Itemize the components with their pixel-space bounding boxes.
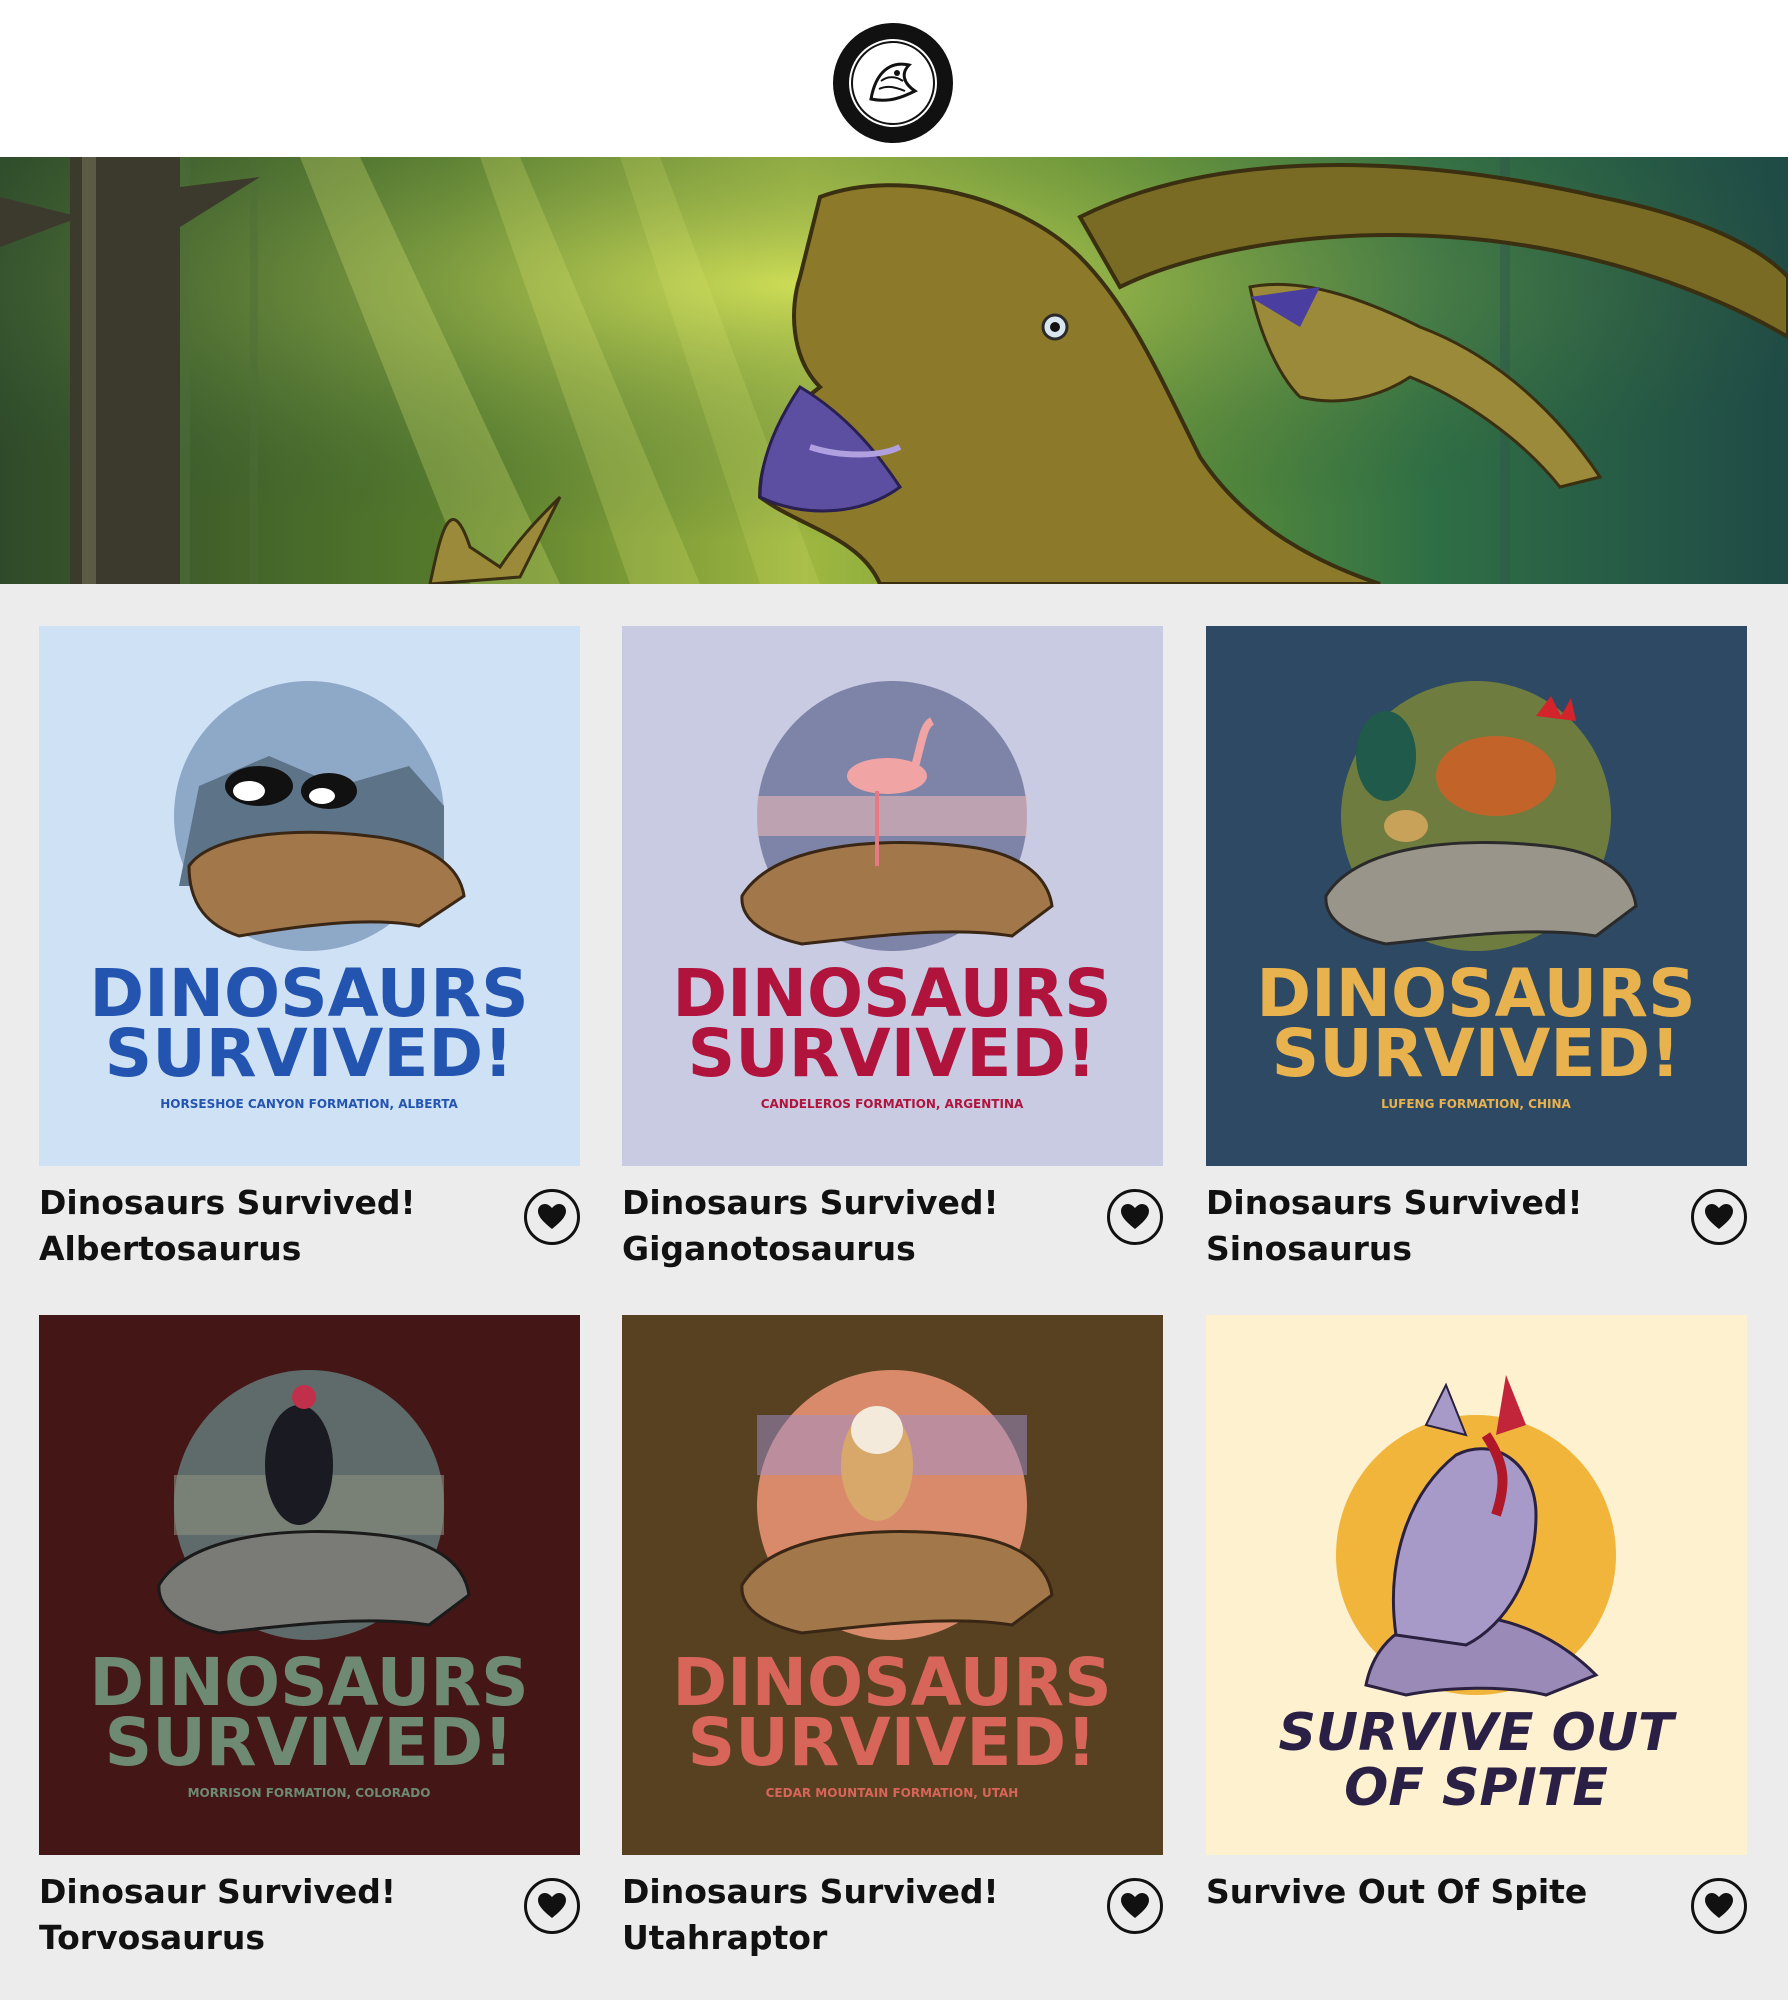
- art-caption: CANDELEROS FORMATION, ARGENTINA: [761, 1097, 1024, 1111]
- product-card[interactable]: DINOSAURS SURVIVED! MORRISON FORMATION, …: [39, 1315, 580, 1957]
- product-title[interactable]: Dinosaurs Survived! Albertosaurus: [39, 1180, 499, 1272]
- product-card[interactable]: DINOSAURS SURVIVED! HORSESHOE CANYON FOR…: [39, 626, 580, 1268]
- product-title-line-2: Torvosaurus: [39, 1918, 266, 1957]
- product-title[interactable]: Survive Out Of Spite: [1206, 1869, 1666, 1915]
- product-thumbnail[interactable]: DINOSAURS SURVIVED! CANDELEROS FORMATION…: [622, 626, 1163, 1166]
- favorite-button[interactable]: [1107, 1878, 1163, 1934]
- art-headline-2: SURVIVED!: [688, 1015, 1097, 1092]
- product-title-line-1: Dinosaurs Survived!: [622, 1872, 999, 1911]
- art-headline-2: SURVIVED!: [105, 1704, 514, 1781]
- brand-logo[interactable]: [831, 21, 955, 145]
- heart-icon: [1121, 1204, 1149, 1229]
- product-card[interactable]: DINOSAURS SURVIVED! CEDAR MOUNTAIN FORMA…: [622, 1315, 1163, 1957]
- heart-icon: [1705, 1204, 1733, 1229]
- art-headline-2: SURVIVED!: [688, 1704, 1097, 1781]
- art-caption: MORRISON FORMATION, COLORADO: [188, 1786, 431, 1800]
- product-title-line-1: Dinosaur Survived!: [39, 1872, 396, 1911]
- product-artwork: DINOSAURS SURVIVED! HORSESHOE CANYON FOR…: [39, 626, 580, 1166]
- art-caption: CEDAR MOUNTAIN FORMATION, UTAH: [766, 1786, 1019, 1800]
- art-caption: LUFENG FORMATION, CHINA: [1381, 1097, 1571, 1111]
- heart-icon: [1705, 1893, 1733, 1918]
- art-headline-1: SURVIVE OUT: [1278, 1703, 1677, 1763]
- product-artwork: DINOSAURS SURVIVED! MORRISON FORMATION, …: [39, 1315, 580, 1855]
- art-headline-2: SURVIVED!: [1272, 1015, 1681, 1092]
- product-title[interactable]: Dinosaurs Survived! Utahraptor: [622, 1869, 1082, 1961]
- product-artwork: DINOSAURS SURVIVED! CEDAR MOUNTAIN FORMA…: [622, 1315, 1163, 1855]
- product-thumbnail[interactable]: SURVIVE OUT OF SPITE: [1206, 1315, 1747, 1855]
- hero-illustration: [0, 157, 1788, 584]
- product-title-line-2: Giganotosaurus: [622, 1229, 916, 1268]
- favorite-button[interactable]: [524, 1878, 580, 1934]
- product-artwork: SURVIVE OUT OF SPITE: [1206, 1315, 1747, 1855]
- product-title-line-1: Dinosaurs Survived!: [1206, 1183, 1583, 1222]
- art-headline-2: SURVIVED!: [105, 1015, 514, 1092]
- product-title[interactable]: Dinosaur Survived! Torvosaurus: [39, 1869, 499, 1961]
- product-title-line-2: Utahraptor: [622, 1918, 828, 1957]
- product-title[interactable]: Dinosaurs Survived! Sinosaurus: [1206, 1180, 1666, 1272]
- product-title-line-1: Dinosaurs Survived!: [622, 1183, 999, 1222]
- product-artwork: DINOSAURS SURVIVED! CANDELEROS FORMATION…: [622, 626, 1163, 1166]
- product-artwork: DINOSAURS SURVIVED! LUFENG FORMATION, CH…: [1206, 626, 1747, 1166]
- heart-icon: [538, 1893, 566, 1918]
- favorite-button[interactable]: [1691, 1189, 1747, 1245]
- favorite-button[interactable]: [1107, 1189, 1163, 1245]
- heart-icon: [1121, 1893, 1149, 1918]
- product-title-line-2: Sinosaurus: [1206, 1229, 1413, 1268]
- art-headline-2: OF SPITE: [1344, 1758, 1608, 1818]
- favorite-button[interactable]: [524, 1189, 580, 1245]
- product-card[interactable]: DINOSAURS SURVIVED! LUFENG FORMATION, CH…: [1206, 626, 1747, 1268]
- product-thumbnail[interactable]: DINOSAURS SURVIVED! LUFENG FORMATION, CH…: [1206, 626, 1747, 1166]
- art-caption: HORSESHOE CANYON FORMATION, ALBERTA: [160, 1097, 458, 1111]
- product-card[interactable]: SURVIVE OUT OF SPITE Survive Out Of Spit…: [1206, 1315, 1747, 1934]
- heart-icon: [538, 1204, 566, 1229]
- site-header: [0, 0, 1788, 157]
- hero-banner: [0, 157, 1788, 584]
- page: DINOSAURS SURVIVED! HORSESHOE CANYON FOR…: [0, 0, 1788, 2000]
- brand-logo-graphic: [833, 23, 953, 143]
- product-title-line-1: Survive Out Of Spite: [1206, 1872, 1588, 1911]
- product-title[interactable]: Dinosaurs Survived! Giganotosaurus: [622, 1180, 1082, 1272]
- product-card[interactable]: DINOSAURS SURVIVED! CANDELEROS FORMATION…: [622, 626, 1163, 1268]
- product-thumbnail[interactable]: DINOSAURS SURVIVED! MORRISON FORMATION, …: [39, 1315, 580, 1855]
- product-title-line-1: Dinosaurs Survived!: [39, 1183, 416, 1222]
- product-title-line-2: Albertosaurus: [39, 1229, 302, 1268]
- product-thumbnail[interactable]: DINOSAURS SURVIVED! HORSESHOE CANYON FOR…: [39, 626, 580, 1166]
- product-thumbnail[interactable]: DINOSAURS SURVIVED! CEDAR MOUNTAIN FORMA…: [622, 1315, 1163, 1855]
- favorite-button[interactable]: [1691, 1878, 1747, 1934]
